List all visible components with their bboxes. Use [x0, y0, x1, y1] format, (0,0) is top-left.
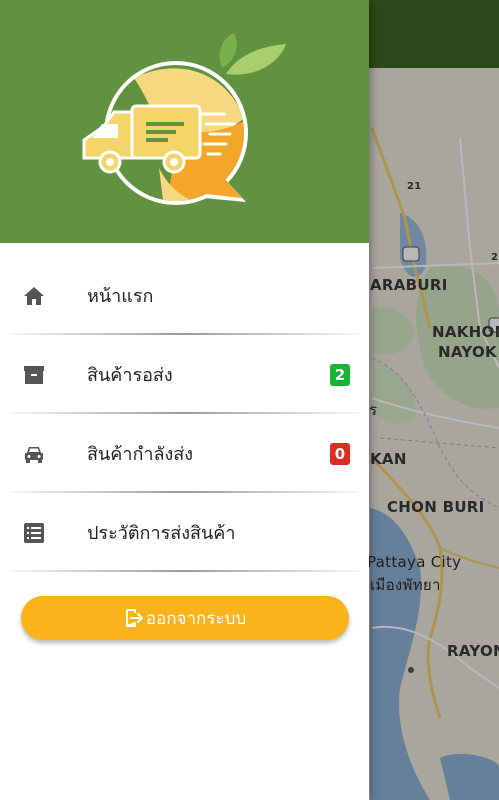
app-logo — [82, 33, 286, 205]
menu-item-label: ประวัติการส่งสินค้า — [87, 523, 236, 544]
divider — [10, 570, 359, 572]
menu-item-history[interactable]: ประวัติการส่งสินค้า — [0, 493, 369, 572]
drawer-menu: หน้าแรก สินค้ารอส่ง 2 สินค้ากำลังส่ง 0 ป… — [0, 256, 369, 572]
shipping-count-badge: 0 — [330, 442, 350, 465]
menu-item-shipping[interactable]: สินค้ากำลังส่ง 0 — [0, 414, 369, 493]
drawer-header — [0, 0, 369, 243]
logout-button[interactable]: ออกจากระบบ — [21, 596, 349, 640]
logout-label: ออกจากระบบ — [145, 608, 247, 629]
menu-item-pending[interactable]: สินค้ารอส่ง 2 — [0, 335, 369, 414]
menu-item-home[interactable]: หน้าแรก — [0, 256, 369, 335]
menu-item-label: สินค้ากำลังส่ง — [87, 444, 194, 465]
car-icon — [22, 442, 46, 466]
home-icon — [22, 284, 46, 308]
archive-box-icon — [22, 363, 46, 387]
pending-count-badge: 2 — [330, 363, 350, 386]
navigation-drawer: หน้าแรก สินค้ารอส่ง 2 สินค้ากำลังส่ง 0 ป… — [0, 0, 369, 800]
list-icon — [22, 521, 46, 545]
menu-item-label: หน้าแรก — [87, 286, 154, 307]
menu-item-label: สินค้ารอส่ง — [87, 365, 173, 386]
logout-icon — [124, 608, 144, 628]
